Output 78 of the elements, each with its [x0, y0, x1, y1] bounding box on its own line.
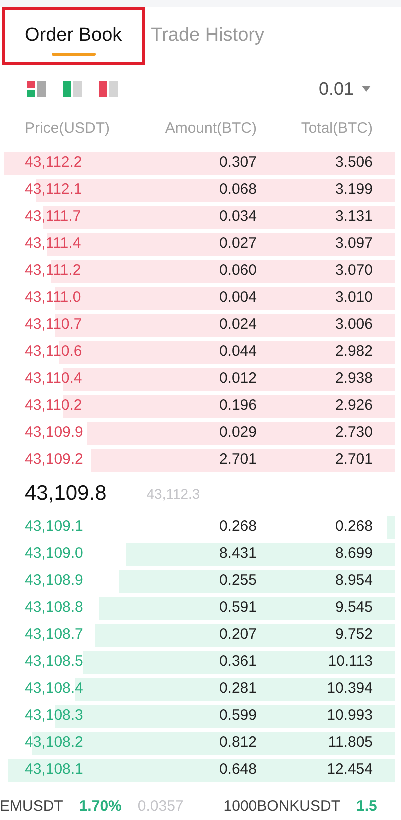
total-cell-text: 2.926 [334, 396, 373, 416]
total-cell-text: 10.394 [326, 679, 373, 700]
price-cell-text: 43,109.1 [25, 517, 84, 538]
price-cell-text: 43,109.0 [25, 544, 84, 564]
price-cell-text: 43,111.2 [25, 261, 82, 282]
price-cell-text: 43,111.0 [25, 288, 82, 308]
total-cell-text: 9.752 [334, 625, 373, 646]
total-cell-text: 2.730 [334, 423, 373, 444]
amount-cell-text: 0.361 [218, 652, 257, 672]
price-cell-text: 43,111.4 [25, 234, 82, 254]
total-cell-text: 2.938 [334, 369, 373, 390]
total-cell-text: 3.506 [334, 153, 373, 174]
total-cell-text: 8.699 [334, 544, 373, 564]
column-header: Price(USDT) [25, 118, 111, 139]
price-cell-text: 43,111.7 [25, 207, 82, 228]
total-cell-text: 11.805 [327, 733, 373, 754]
price-cell-text: 43,110.7 [25, 315, 84, 336]
price-cell-text: 43,109.2 [25, 450, 84, 470]
price-cell-text: 43,108.5 [25, 652, 84, 672]
amount-cell-text: 0.012 [218, 369, 257, 390]
price-cell-text: 43,108.4 [25, 679, 84, 700]
total-cell-text: 3.010 [334, 288, 373, 308]
ticker-change: 1.70% [79, 796, 122, 817]
amount-cell-text: 0.004 [218, 288, 257, 308]
total-cell-text: 2.982 [334, 342, 373, 362]
total-cell-text: 3.199 [334, 180, 373, 200]
last-price: 43,109.8 [25, 481, 107, 508]
amount-cell-text: 0.281 [218, 679, 257, 700]
amount-cell-text: 0.591 [218, 598, 257, 618]
price-cell-text: 43,112.2 [25, 153, 84, 174]
total-cell-text: 10.113 [327, 652, 373, 672]
tab[interactable]: Order Book [2, 7, 146, 65]
total-cell-text: 8.954 [334, 571, 373, 592]
amount-cell-text: 0.027 [218, 234, 257, 254]
amount-cell-text: 0.029 [218, 423, 257, 444]
amount-cell-text: 0.599 [218, 706, 257, 726]
column-header: Amount(BTC) [164, 118, 257, 139]
amount-cell-text: 0.068 [218, 180, 257, 200]
precision-dropdown[interactable]: 0.01 [318, 76, 371, 102]
total-cell-text: 10.993 [326, 706, 373, 726]
amount-cell-text: 0.060 [218, 261, 257, 282]
column-header: Total(BTC) [300, 118, 373, 139]
price-cell-text: 43,109.9 [25, 423, 84, 444]
price-cell-text: 43,110.4 [25, 369, 84, 390]
price-cell-text: 43,108.8 [25, 598, 84, 618]
amount-cell-text: 2.701 [218, 450, 257, 470]
total-cell-text: 12.454 [326, 760, 373, 780]
amount-cell-text: 0.268 [218, 517, 257, 538]
total-cell-text: 0.268 [334, 517, 373, 538]
amount-cell-text: 0.648 [218, 760, 257, 780]
ticker-symbol[interactable]: 1000BONKUSDT [224, 796, 340, 818]
total-cell-text: 3.006 [334, 315, 373, 336]
amount-cell-text: 0.255 [218, 571, 257, 592]
amount-cell-text: 0.812 [218, 733, 257, 754]
price-cell-text: 43,108.7 [25, 625, 84, 646]
price-cell-text: 43,108.2 [25, 733, 84, 754]
amount-cell-text: 0.196 [218, 396, 257, 416]
price-cell-text: 43,108.9 [25, 571, 84, 592]
amount-cell-text: 0.307 [218, 153, 257, 174]
ticker-symbol[interactable]: EMUSDT [0, 796, 64, 818]
mark-price: 43,112.3 [146, 484, 200, 504]
amount-cell-text: 0.034 [218, 207, 257, 228]
price-cell-text: 43,108.1 [25, 760, 84, 780]
amount-cell-text: 0.207 [218, 625, 257, 646]
total-cell-text: 9.545 [334, 598, 373, 618]
amount-cell-text: 8.431 [218, 544, 257, 564]
price-cell-text: 43,112.1 [25, 180, 84, 200]
price-cell-text: 43,110.2 [25, 396, 84, 416]
ticker-change: 1.5 [356, 796, 378, 817]
price-cell-text: 43,110.6 [25, 342, 84, 362]
total-cell-text: 3.131 [334, 207, 373, 228]
total-cell-text: 3.070 [334, 261, 373, 282]
amount-cell-text: 0.024 [218, 315, 257, 336]
price-cell-text: 43,108.3 [25, 706, 84, 726]
total-cell-text: 2.701 [334, 450, 373, 470]
total-cell-text: 3.097 [334, 234, 373, 254]
amount-cell-text: 0.044 [218, 342, 257, 362]
ticker-price: 0.0357 [138, 796, 184, 817]
